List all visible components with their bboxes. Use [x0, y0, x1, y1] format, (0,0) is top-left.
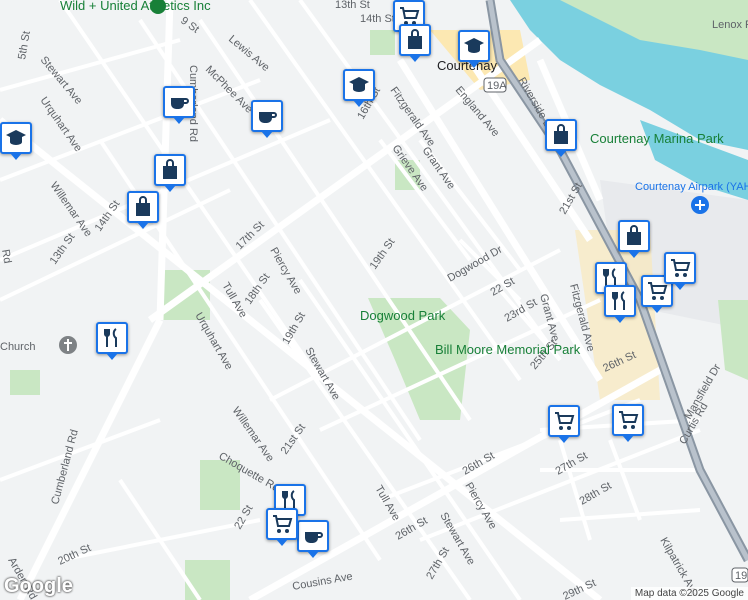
street-label: 14th St: [360, 13, 395, 25]
shopping-cart-pin[interactable]: [266, 508, 298, 546]
restaurant-pin[interactable]: [96, 322, 128, 360]
google-logo: Google: [4, 575, 73, 597]
athletics-label: Wild + United Athletics Inc: [60, 0, 211, 13]
fork-knife-icon: [612, 291, 625, 310]
park-north: [370, 30, 395, 55]
shopping-cart-icon: [273, 515, 293, 533]
fork-knife-icon: [104, 328, 117, 347]
coffee-cup-icon: [259, 112, 277, 123]
street-label: Rd: [0, 248, 13, 264]
svg-text:19: 19: [735, 570, 747, 582]
park-west: [10, 370, 40, 395]
svg-text:19A: 19A: [487, 80, 507, 92]
coffee-cup-icon: [171, 98, 189, 109]
school-icon: [464, 38, 484, 53]
school-pin[interactable]: [458, 30, 490, 68]
map-attribution[interactable]: Map data ©2025 Google: [630, 587, 748, 600]
shopping-bag-pin[interactable]: [399, 24, 431, 62]
church-label: Church: [0, 341, 35, 353]
school-pin[interactable]: [343, 69, 375, 107]
park-label: Dogwood Park: [360, 308, 446, 323]
shopping-cart-pin[interactable]: [664, 252, 696, 290]
highway-shield: 19: [731, 567, 748, 583]
coffee-cup-icon: [305, 532, 323, 543]
shopping-bag-icon: [136, 196, 150, 216]
shopping-cart-pin[interactable]: [548, 405, 580, 443]
shopping-bag-pin[interactable]: [154, 154, 186, 192]
shopping-cart-icon: [619, 411, 639, 429]
restaurant-pin[interactable]: [604, 285, 636, 323]
shopping-bag-icon: [554, 124, 568, 144]
park-label: Courtenay Marina Park: [590, 131, 724, 146]
shopping-cart-icon: [555, 412, 575, 430]
shopping-bag-icon: [627, 225, 641, 245]
shopping-cart-pin[interactable]: [612, 404, 644, 442]
park-sw: [185, 560, 230, 600]
cafe-pin[interactable]: [297, 520, 329, 558]
shopping-bag-pin[interactable]: [127, 191, 159, 229]
shopping-cart-icon: [671, 259, 691, 277]
shopping-bag-icon: [408, 29, 422, 49]
airpark-label: Courtenay Airpark (YAH3): [635, 181, 748, 193]
park-label: Bill Moore Memorial Park: [435, 342, 581, 357]
street-label: 13th St: [335, 0, 370, 11]
shopping-bag-pin[interactable]: [545, 119, 577, 157]
school-icon: [6, 130, 26, 145]
school-icon: [349, 77, 369, 92]
cafe-pin[interactable]: [251, 100, 283, 138]
shopping-bag-pin[interactable]: [618, 220, 650, 258]
street-label: Lenox Rd: [712, 19, 748, 31]
school-pin[interactable]: [0, 122, 32, 160]
cafe-pin[interactable]: [163, 86, 195, 124]
highway-shield: 19A: [483, 77, 507, 93]
shopping-bag-icon: [163, 159, 177, 179]
